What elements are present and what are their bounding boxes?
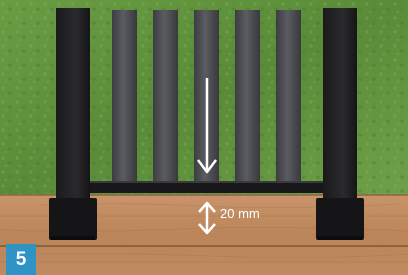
baluster — [235, 10, 260, 185]
right-post — [316, 8, 364, 240]
baluster — [153, 10, 178, 185]
railing-scene — [0, 0, 408, 275]
baluster — [276, 10, 301, 185]
left-post — [49, 8, 97, 240]
step-number-badge: 5 — [6, 244, 36, 275]
gap-dimension-label: 20 mm — [220, 206, 260, 221]
installation-step-illustration: 20 mm 5 — [0, 0, 408, 275]
baluster — [112, 10, 137, 185]
bottom-rail — [86, 181, 326, 193]
